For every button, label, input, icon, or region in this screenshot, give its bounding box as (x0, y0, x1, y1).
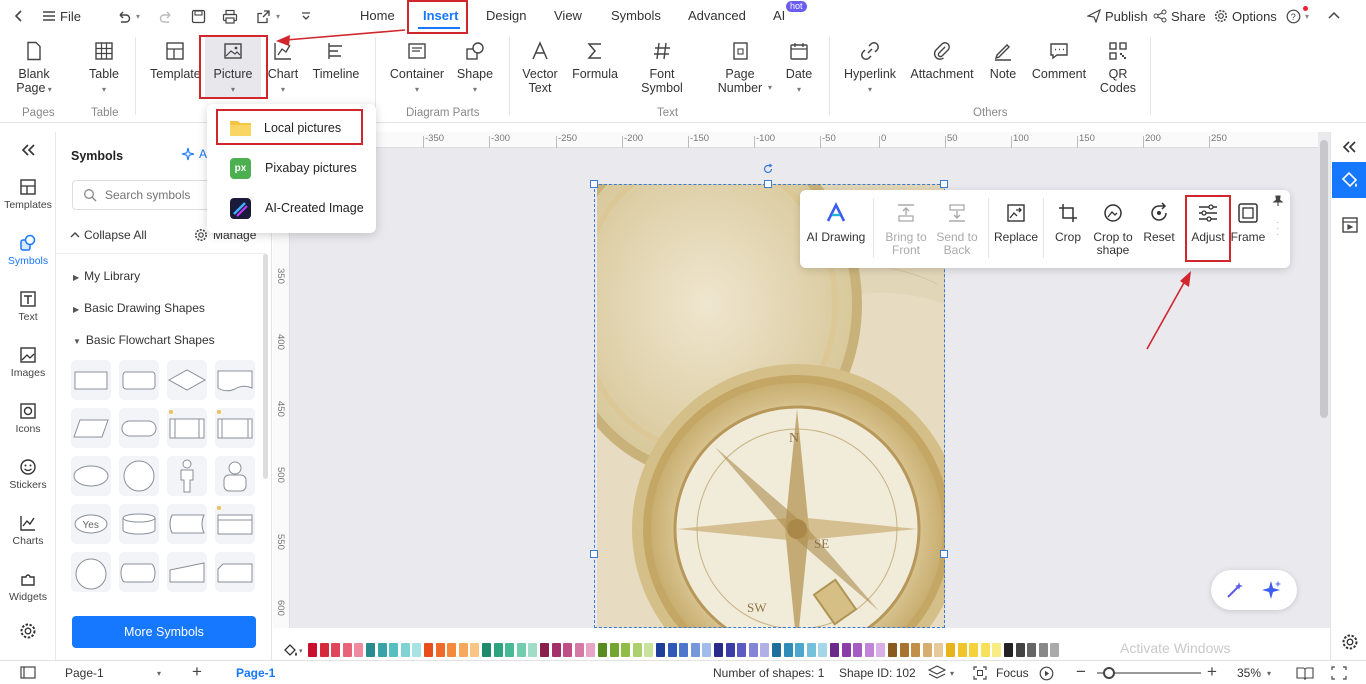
annotation-arrows (276, 29, 1191, 350)
